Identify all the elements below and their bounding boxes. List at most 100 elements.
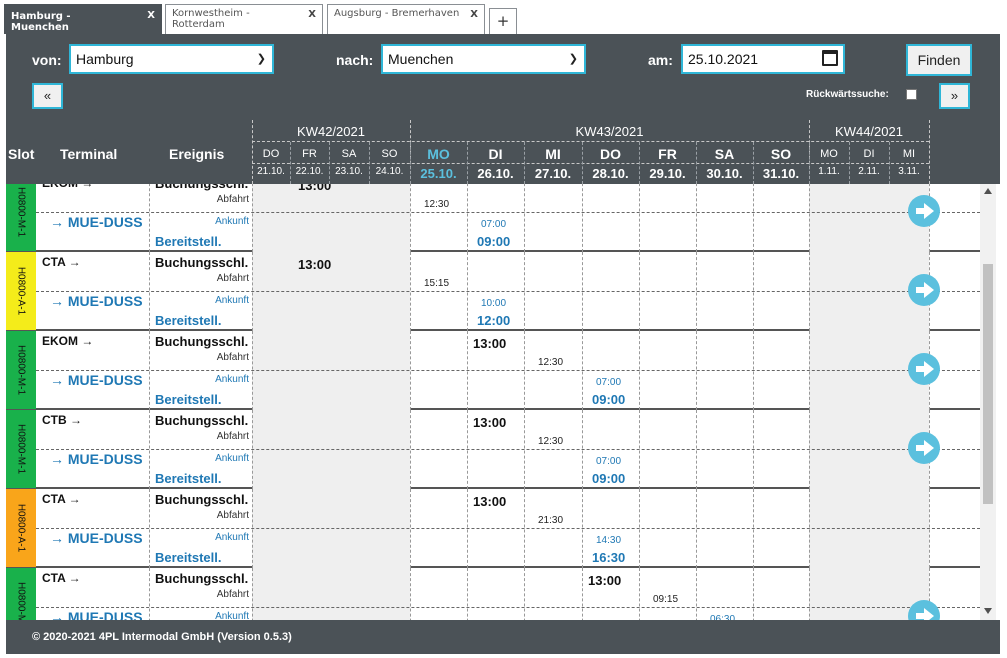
destination-link[interactable]: → MUE-DUSS bbox=[50, 293, 143, 309]
day-date-9: 30.10. bbox=[706, 166, 743, 181]
table-row: CTA → → MUE-DUSS Buchungsschl. Abfahrt Ankun… bbox=[36, 568, 980, 620]
header-divider bbox=[252, 163, 929, 164]
tab-close-icon[interactable]: X bbox=[308, 9, 316, 20]
col-divider bbox=[753, 410, 754, 489]
day-divider bbox=[369, 142, 370, 184]
tab-close-icon[interactable]: X bbox=[147, 10, 155, 21]
departure-time: 15:15 bbox=[424, 278, 450, 289]
event-provision-label: Bereitstell. bbox=[155, 313, 222, 328]
book-arrow-icon[interactable] bbox=[908, 274, 940, 306]
calendar-icon[interactable] bbox=[822, 50, 838, 66]
find-button[interactable]: Finden bbox=[906, 44, 972, 76]
table-row: EKOM → → MUE-DUSS Buchungsschl. Abfahrt Anku… bbox=[36, 331, 980, 410]
search-toolbar: von: Hamburg ❯ nach: Muenchen ❯ am: 25.1… bbox=[6, 34, 1000, 120]
event-arrival-label: Ankunft bbox=[215, 611, 249, 620]
destination-link[interactable]: → MUE-DUSS bbox=[50, 214, 143, 230]
from-label: von: bbox=[32, 52, 62, 68]
col-divider bbox=[524, 252, 525, 331]
event-booking-label: Buchungsschl. bbox=[155, 571, 249, 586]
event-departure-label: Abfahrt bbox=[216, 510, 249, 521]
tab-close-icon[interactable]: X bbox=[470, 9, 478, 20]
destination-link[interactable]: → MUE-DUSS bbox=[50, 451, 143, 467]
col-divider bbox=[149, 568, 150, 620]
book-arrow-icon[interactable] bbox=[908, 432, 940, 464]
tab-hamburg-muenchen[interactable]: Hamburg - Muenchen X bbox=[4, 4, 162, 34]
terminal-name[interactable]: CTB → bbox=[42, 413, 82, 427]
day-divider bbox=[889, 142, 890, 184]
scroll-down-icon[interactable] bbox=[984, 608, 992, 614]
day-name-8: FR bbox=[658, 146, 677, 162]
col-divider bbox=[639, 410, 640, 489]
day-name-9: SA bbox=[714, 146, 735, 162]
departure-time: 12:30 bbox=[538, 357, 564, 368]
booking-time: 13:00 bbox=[298, 184, 332, 193]
scrollbar-thumb[interactable] bbox=[983, 264, 993, 504]
slot-cell: H0800-A-1 bbox=[6, 252, 36, 331]
slot-cell: H0800-M-1 bbox=[6, 331, 36, 410]
day-date-5: 26.10. bbox=[477, 166, 514, 181]
destination-link[interactable]: → MUE-DUSS bbox=[50, 609, 143, 620]
tab-label: Augsburg - Bremerhaven bbox=[334, 8, 460, 19]
terminal-header: Terminal bbox=[60, 146, 118, 162]
row-divider bbox=[36, 528, 980, 529]
terminal-name[interactable]: CTA → bbox=[42, 492, 81, 506]
date-label: am: bbox=[648, 52, 673, 68]
event-provision-label: Bereitstell. bbox=[155, 471, 222, 486]
tab-augsburg-bremerhaven[interactable]: Augsburg - Bremerhaven X bbox=[327, 4, 485, 34]
book-arrow-icon[interactable] bbox=[908, 195, 940, 227]
schedule-body: H0800-M-1 EKOM → → MUE-DUSS Buchungsschl. Ab… bbox=[6, 184, 996, 620]
day-name-13: MI bbox=[902, 148, 916, 160]
col-divider bbox=[696, 410, 697, 489]
to-label: nach: bbox=[336, 52, 374, 68]
day-divider bbox=[290, 142, 291, 184]
tab-kornwestheim-rotterdam[interactable]: Kornwestheim - Rotterdam X bbox=[165, 4, 323, 34]
prev-week-button[interactable]: « bbox=[32, 83, 63, 109]
scrollbar[interactable] bbox=[980, 184, 996, 620]
col-divider bbox=[467, 489, 468, 568]
day-date-6: 27.10. bbox=[534, 166, 572, 181]
date-input[interactable]: 25.10.2021 bbox=[681, 44, 845, 74]
day-name-1: FR bbox=[302, 148, 317, 160]
terminal-name[interactable]: CTA → bbox=[42, 255, 81, 269]
app-window: Hamburg - Muenchen X Kornwestheim - Rott… bbox=[0, 0, 1007, 658]
day-date-13: 3.11. bbox=[898, 166, 920, 177]
day-name-5: DI bbox=[488, 146, 503, 162]
terminal-name[interactable]: CTA → bbox=[42, 571, 81, 585]
tab-label: Kornwestheim - Rotterdam bbox=[172, 8, 250, 30]
add-tab-button[interactable]: + bbox=[489, 8, 517, 34]
day-divider bbox=[696, 142, 697, 184]
event-arrival-label: Ankunft bbox=[215, 453, 249, 464]
book-arrow-icon[interactable] bbox=[908, 353, 940, 385]
col-divider bbox=[410, 568, 411, 620]
col-divider bbox=[809, 568, 810, 620]
col-divider bbox=[582, 489, 583, 568]
col-divider bbox=[696, 184, 697, 252]
col-divider bbox=[252, 252, 253, 331]
day-date-1: 22.10. bbox=[295, 166, 324, 177]
terminal-name[interactable]: EKOM → bbox=[42, 184, 93, 190]
destination-link[interactable]: → MUE-DUSS bbox=[50, 372, 143, 388]
header-divider bbox=[252, 141, 929, 142]
day-name-10: SO bbox=[770, 146, 792, 162]
shade-kw42 bbox=[252, 184, 410, 252]
terminal-name[interactable]: EKOM → bbox=[42, 334, 93, 348]
event-arrival-label: Ankunft bbox=[215, 295, 249, 306]
row-divider bbox=[36, 607, 980, 608]
day-name-0: DO bbox=[262, 148, 280, 160]
day-divider bbox=[467, 142, 468, 184]
backward-search-checkbox[interactable] bbox=[906, 89, 917, 100]
destination-link[interactable]: → MUE-DUSS bbox=[50, 530, 143, 546]
event-booking-label: Buchungsschl. bbox=[155, 413, 249, 428]
next-week-button[interactable]: » bbox=[939, 83, 970, 109]
shade-kw42 bbox=[252, 568, 410, 620]
col-divider bbox=[753, 252, 754, 331]
week-label: KW42/2021 bbox=[297, 124, 365, 139]
table-row: CTA → → MUE-DUSS Buchungsschl. Abfahrt Ankun… bbox=[36, 489, 980, 568]
day-divider bbox=[582, 142, 583, 184]
to-select[interactable]: Muenchen ❯ bbox=[381, 44, 586, 74]
from-select[interactable]: Hamburg ❯ bbox=[69, 44, 274, 74]
day-date-12: 2.11. bbox=[858, 166, 880, 177]
col-divider bbox=[929, 489, 930, 568]
to-value: Muenchen bbox=[388, 51, 454, 67]
scroll-up-icon[interactable] bbox=[984, 188, 992, 194]
